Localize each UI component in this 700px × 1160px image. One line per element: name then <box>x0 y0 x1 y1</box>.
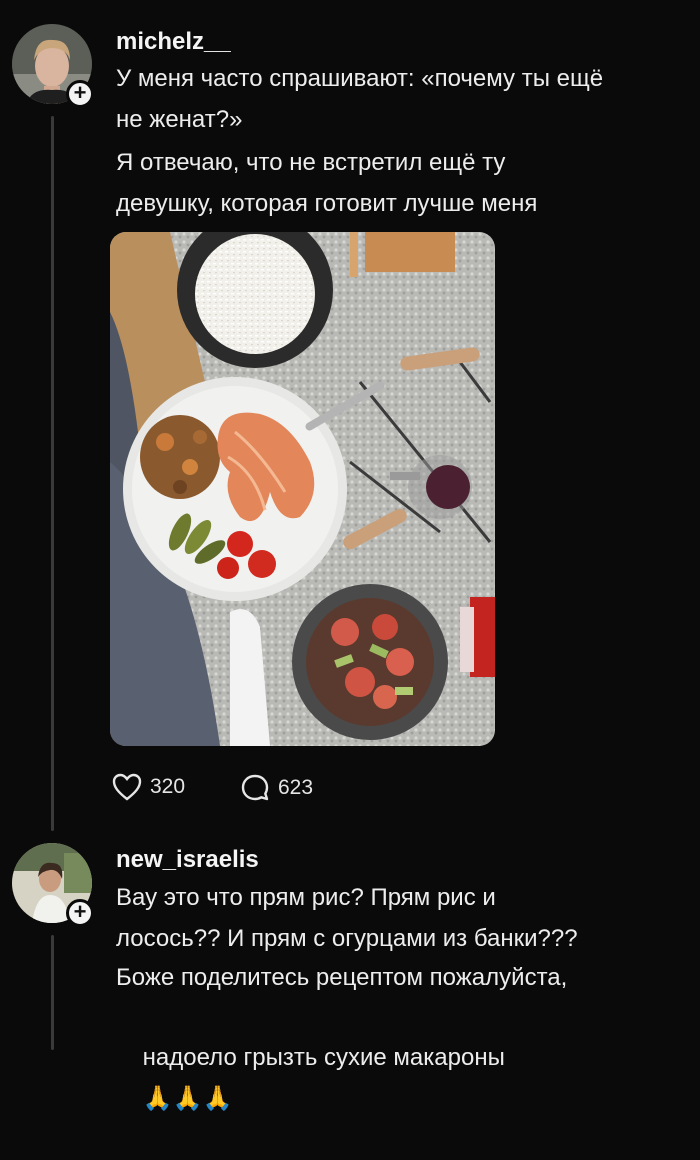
thread-line <box>51 116 54 831</box>
post-text-line: не женат?» <box>116 106 243 133</box>
comment-button[interactable]: 623 <box>240 773 313 803</box>
food-photo-image <box>110 232 495 746</box>
post-username[interactable]: michelz__ <box>116 28 231 56</box>
reply-text-line: Вау это что прям рис? Прям рис и <box>116 884 496 911</box>
reply-username[interactable]: new_israelis <box>116 846 259 874</box>
follow-plus-icon[interactable]: + <box>66 80 94 108</box>
praying-hands-emoji: 🙏🙏🙏 <box>142 1085 233 1112</box>
post-text-line: У меня часто спрашивают: «почему ты ещё <box>116 65 604 92</box>
post-photo[interactable] <box>110 232 495 746</box>
reply-text-line: Боже поделитесь рецептом пожалуйста, <box>116 964 568 991</box>
like-count: 320 <box>150 775 186 798</box>
like-button[interactable]: 320 <box>112 773 185 801</box>
comment-count: 623 <box>278 776 314 799</box>
reply-text-line: надоело грызть сухие макароны 🙏🙏🙏 <box>116 996 505 1160</box>
heart-icon <box>112 773 142 801</box>
reply-text-line: лосось?? И прям с огурцами из банки??? <box>116 925 578 952</box>
post-text-line: девушку, которая готовит лучше меня <box>116 190 538 217</box>
post-text-line: Я отвечаю, что не встретил ещё ту <box>116 149 506 176</box>
follow-plus-icon[interactable]: + <box>66 899 94 927</box>
speech-bubble-icon <box>241 774 269 801</box>
reply-text: надоело грызть сухие макароны <box>142 1044 505 1071</box>
thread-line <box>51 935 54 1050</box>
